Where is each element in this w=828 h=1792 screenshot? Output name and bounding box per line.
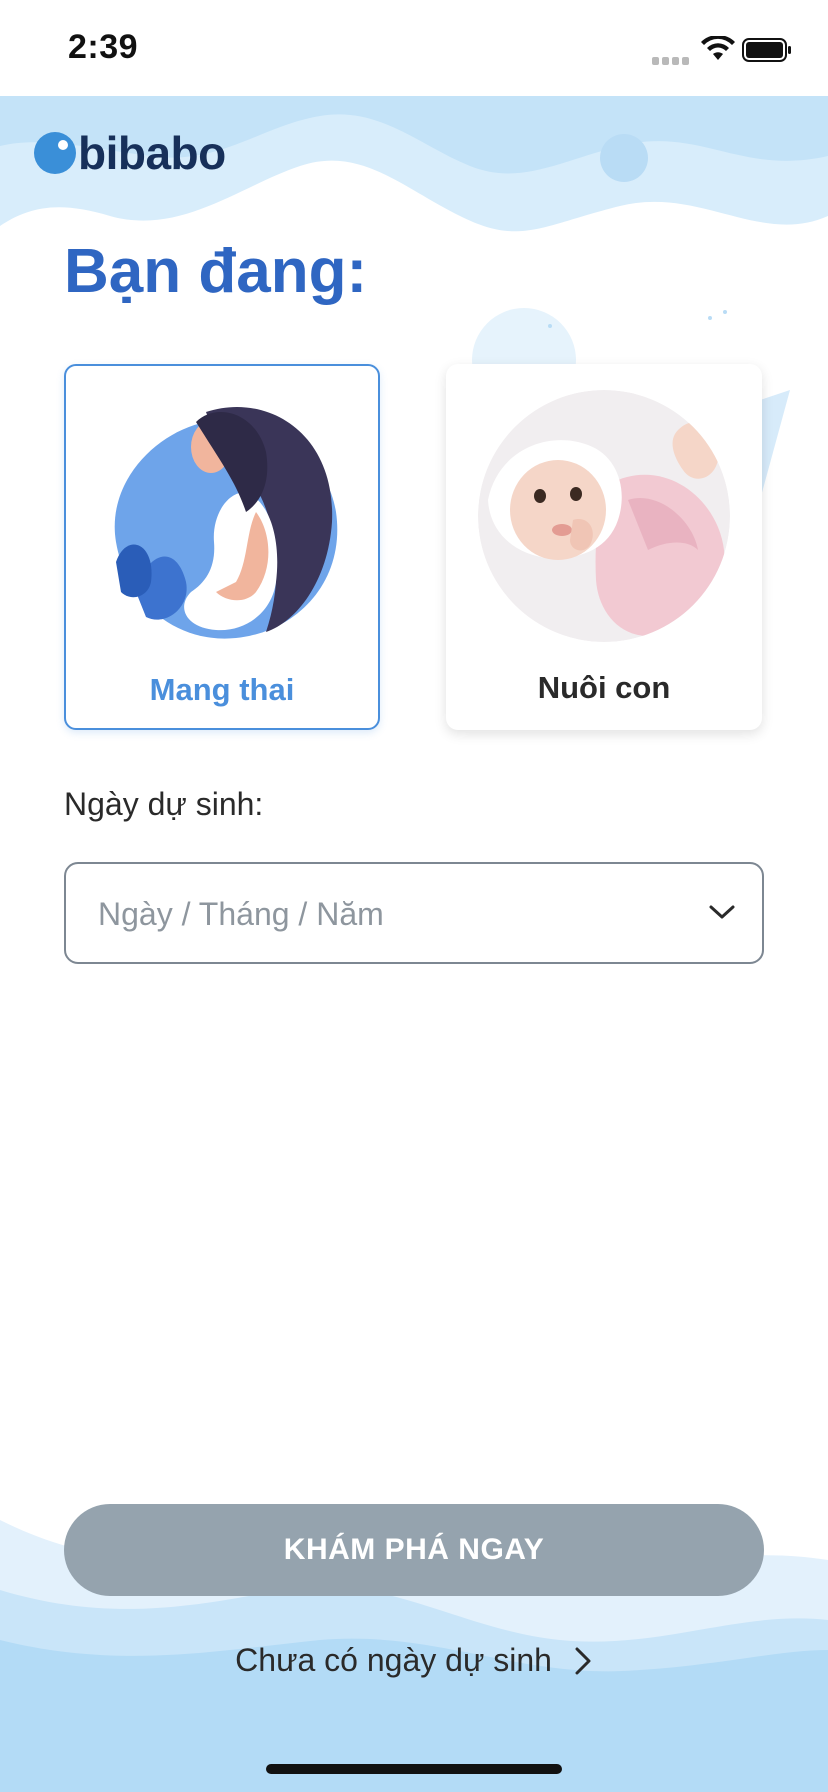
no-due-date-link[interactable]: Chưa có ngày dự sinh [0, 1640, 828, 1679]
due-date-select[interactable]: Ngày / Tháng / Năm [64, 862, 764, 964]
option-label-pregnant: Mang thai [149, 672, 295, 707]
signal-icon [652, 52, 692, 65]
due-date-label: Ngày dự sinh: [64, 786, 264, 822]
status-time: 2:39 [68, 28, 139, 66]
due-date-placeholder: Ngày / Tháng / Năm [98, 896, 384, 932]
page-title: Bạn đang: [64, 237, 368, 306]
wifi-icon [701, 36, 735, 60]
baby-photo [478, 390, 730, 642]
home-indicator [266, 1764, 562, 1774]
logo-eye [58, 140, 68, 150]
status-bar: 2:39 [0, 0, 828, 96]
explore-now-button[interactable]: KHÁM PHÁ NGAY [64, 1504, 764, 1596]
option-card-parenting[interactable]: Nuôi con [446, 364, 762, 730]
pregnant-woman-illustration [96, 392, 348, 644]
battery-icon [742, 38, 791, 62]
logo-text: bibabo [78, 127, 226, 179]
option-card-pregnant[interactable]: Mang thai [64, 364, 380, 730]
no-due-date-label: Chưa có ngày dự sinh [235, 1642, 552, 1679]
chevron-down-icon [709, 905, 735, 919]
logo-mark [34, 132, 76, 174]
chevron-right-icon [575, 1647, 591, 1675]
option-label-parenting: Nuôi con [537, 670, 671, 705]
bibabo-logo: bibabo [34, 127, 274, 180]
